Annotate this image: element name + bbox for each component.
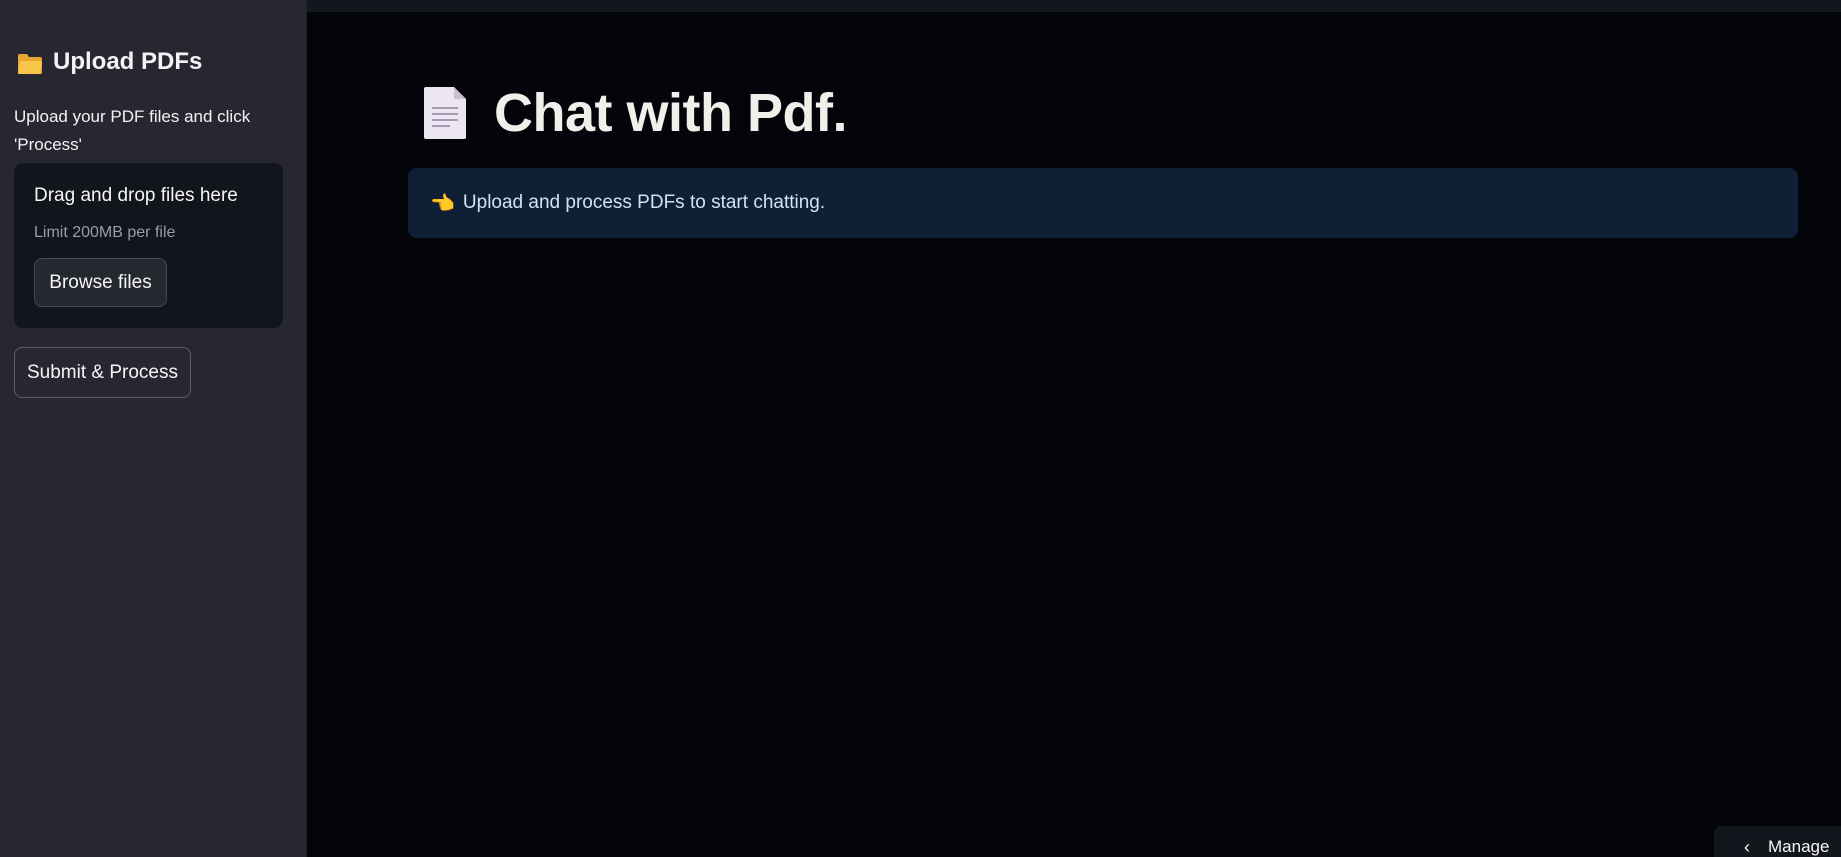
manage-app-button[interactable]: ‹ Manage xyxy=(1714,826,1841,857)
pointing-hand-icon: 👈 xyxy=(430,192,455,215)
folder-icon xyxy=(18,54,42,74)
file-dropzone[interactable]: Drag and drop files here Limit 200MB per… xyxy=(14,163,283,328)
info-alert-text: Upload and process PDFs to start chattin… xyxy=(462,192,826,213)
sidebar-title: Upload PDFs xyxy=(17,48,202,76)
page-title-text: Chat with Pdf. xyxy=(494,83,847,143)
manage-app-label: Manage xyxy=(1768,837,1830,856)
document-icon xyxy=(424,87,466,139)
chevron-left-icon: ‹ xyxy=(1744,836,1750,857)
page-title: Chat with Pdf. xyxy=(422,82,847,144)
sidebar: Upload PDFs Upload your PDF files and cl… xyxy=(0,0,307,857)
submit-process-button[interactable]: Submit & Process xyxy=(14,347,191,398)
browse-files-button[interactable]: Browse files xyxy=(34,258,167,307)
app-root: Upload PDFs Upload your PDF files and cl… xyxy=(0,0,1841,857)
info-alert: 👈 Upload and process PDFs to start chatt… xyxy=(408,168,1798,238)
top-bar xyxy=(307,0,1841,12)
dropzone-limit: Limit 200MB per file xyxy=(34,224,176,241)
sidebar-title-text: Upload PDFs xyxy=(53,48,203,75)
sidebar-description: Upload your PDF files and click 'Process… xyxy=(14,107,251,154)
dropzone-title: Drag and drop files here xyxy=(34,185,238,206)
